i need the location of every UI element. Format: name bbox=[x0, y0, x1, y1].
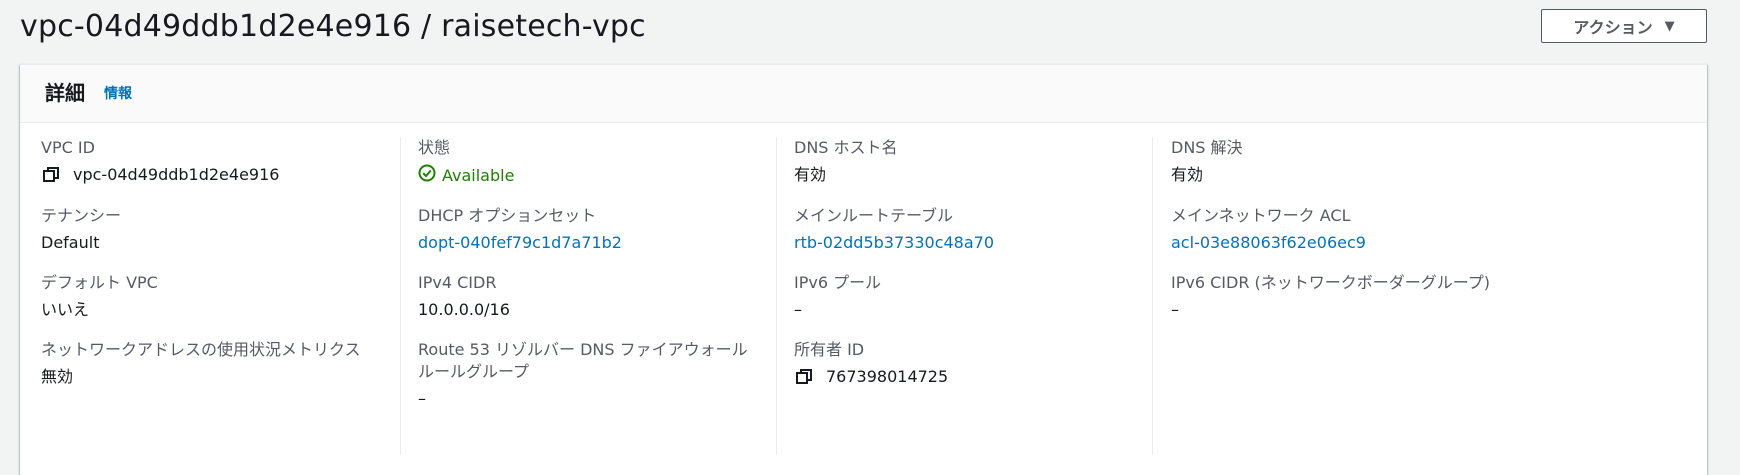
details-panel-header: 詳細 情報 bbox=[20, 65, 1707, 123]
field-label: テナンシー bbox=[41, 206, 122, 225]
state-value: Available bbox=[442, 166, 515, 185]
caret-down-icon: ▼ bbox=[1664, 18, 1675, 34]
field-owner-id: 所有者 ID 767398014725 bbox=[794, 339, 1184, 391]
field-tenancy: テナンシー Default bbox=[41, 205, 431, 254]
tenancy-value: Default bbox=[41, 233, 100, 252]
details-column-4: DNS 解決 有効 メインネットワーク ACL acl-03e88063f62e… bbox=[1171, 137, 1571, 467]
check-circle-icon bbox=[418, 164, 436, 188]
details-column-2: 状態 Available DHCP オプションセット dopt-040fef79… bbox=[418, 137, 818, 467]
copy-icon[interactable] bbox=[41, 165, 61, 185]
field-label: DNS ホスト名 bbox=[794, 138, 898, 157]
field-label: ネットワークアドレスの使用状況メトリクス bbox=[41, 340, 361, 359]
field-label: VPC ID bbox=[41, 138, 95, 157]
details-column-3: DNS ホスト名 有効 メインルートテーブル rtb-02dd5b37330c4… bbox=[794, 137, 1194, 467]
actions-label: アクション bbox=[1573, 18, 1653, 37]
page-title: vpc-04d49ddb1d2e4e916 / raisetech-vpc bbox=[20, 9, 646, 44]
column-divider bbox=[1152, 137, 1153, 455]
field-ipv6-cidr: IPv6 CIDR (ネットワークボーダーグループ) – bbox=[1171, 272, 1561, 321]
field-label: IPv4 CIDR bbox=[418, 273, 497, 292]
field-default-vpc: デフォルト VPC いいえ bbox=[41, 272, 431, 321]
field-label: 状態 bbox=[418, 138, 451, 157]
column-divider bbox=[400, 137, 401, 455]
field-network-usage-metrics: ネットワークアドレスの使用状況メトリクス 無効 bbox=[41, 339, 431, 388]
vpc-id-value: vpc-04d49ddb1d2e4e916 bbox=[73, 165, 280, 184]
field-label: メインネットワーク ACL bbox=[1171, 206, 1351, 225]
page-header: vpc-04d49ddb1d2e4e916 / raisetech-vpc アク… bbox=[0, 0, 1740, 64]
column-divider bbox=[776, 137, 777, 455]
field-label: メインルートテーブル bbox=[794, 206, 954, 225]
ipv6-cidr-value: – bbox=[1171, 300, 1179, 319]
owner-id-value: 767398014725 bbox=[826, 367, 949, 386]
field-label: 所有者 ID bbox=[794, 340, 865, 359]
field-label: Route 53 リゾルバー DNS ファイアウォールルールグループ bbox=[418, 340, 748, 381]
field-label: IPv6 プール bbox=[794, 273, 882, 292]
main-network-acl-link[interactable]: acl-03e88063f62e06ec9 bbox=[1171, 232, 1561, 254]
default-vpc-value: いいえ bbox=[41, 300, 90, 319]
copy-icon[interactable] bbox=[794, 367, 814, 387]
field-vpc-id: VPC ID vpc-04d49ddb1d2e4e916 bbox=[41, 137, 431, 189]
field-dns-hostnames: DNS ホスト名 有効 bbox=[794, 137, 1184, 186]
dns-resolution-value: 有効 bbox=[1171, 165, 1204, 184]
field-main-route-table: メインルートテーブル rtb-02dd5b37330c48a70 bbox=[794, 205, 1184, 254]
dhcp-options-link[interactable]: dopt-040fef79c1d7a71b2 bbox=[418, 232, 808, 254]
field-label: DHCP オプションセット bbox=[418, 206, 597, 225]
field-state: 状態 Available bbox=[418, 137, 808, 188]
ipv4-cidr-value: 10.0.0.0/16 bbox=[418, 300, 510, 319]
field-label: IPv6 CIDR (ネットワークボーダーグループ) bbox=[1171, 273, 1491, 292]
field-dhcp-options: DHCP オプションセット dopt-040fef79c1d7a71b2 bbox=[418, 205, 808, 254]
field-label: デフォルト VPC bbox=[41, 273, 158, 292]
route53-firewall-value: – bbox=[418, 389, 426, 408]
field-label: DNS 解決 bbox=[1171, 138, 1243, 157]
field-dns-resolution: DNS 解決 有効 bbox=[1171, 137, 1561, 186]
details-column-1: VPC ID vpc-04d49ddb1d2e4e916 テナンシー Defau… bbox=[41, 137, 441, 467]
actions-dropdown-button[interactable]: アクション ▼ bbox=[1541, 9, 1707, 43]
field-ipv6-pool: IPv6 プール – bbox=[794, 272, 1184, 321]
details-title: 詳細 bbox=[45, 81, 85, 105]
field-main-network-acl: メインネットワーク ACL acl-03e88063f62e06ec9 bbox=[1171, 205, 1561, 254]
ipv6-pool-value: – bbox=[794, 300, 802, 319]
dns-hostnames-value: 有効 bbox=[794, 165, 827, 184]
field-route53-firewall: Route 53 リゾルバー DNS ファイアウォールルールグループ – bbox=[418, 339, 808, 410]
info-link[interactable]: 情報 bbox=[104, 85, 132, 103]
network-usage-metrics-value: 無効 bbox=[41, 367, 74, 386]
details-panel: 詳細 情報 VPC ID vpc-04d49ddb1d2e4e916 テナンシー… bbox=[20, 64, 1707, 475]
field-ipv4-cidr: IPv4 CIDR 10.0.0.0/16 bbox=[418, 272, 808, 321]
main-route-table-link[interactable]: rtb-02dd5b37330c48a70 bbox=[794, 232, 1184, 254]
